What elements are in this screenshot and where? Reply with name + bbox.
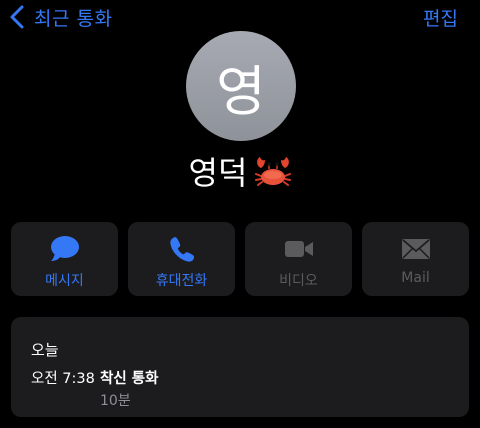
phone-icon — [169, 237, 194, 262]
phone-label: 휴대전화 — [155, 273, 208, 289]
video-icon — [284, 241, 313, 257]
message-label: 메시지 — [45, 273, 84, 289]
back-button[interactable]: 최근 통화 — [8, 2, 112, 32]
call-type: 착신 통화 — [100, 371, 159, 387]
video-button[interactable]: 비디오 — [245, 222, 352, 296]
mail-icon — [401, 239, 430, 259]
action-buttons: 메시지 휴대전화 비디오 Mail — [11, 222, 469, 296]
phone-button[interactable]: 휴대전화 — [128, 222, 235, 296]
avatar: 영 — [186, 31, 296, 141]
message-button[interactable]: 메시지 — [11, 222, 118, 296]
video-label: 비디오 — [279, 273, 318, 289]
chevron-left-icon — [10, 5, 24, 29]
contact-name-row: 영덕 — [0, 146, 480, 196]
contact-name: 영덕 — [188, 154, 248, 192]
message-icon — [50, 236, 79, 261]
mail-button[interactable]: Mail — [362, 222, 469, 296]
mail-label: Mail — [401, 270, 430, 286]
history-date: 오늘 — [31, 341, 59, 359]
crab-icon — [255, 157, 292, 186]
call-duration: 10분 — [100, 393, 131, 409]
edit-button[interactable]: 편집 — [423, 2, 458, 32]
call-history-card: 오늘 오전 7:38 착신 통화 10분 — [11, 317, 469, 417]
navigation-bar: 최근 통화 편집 — [0, 0, 480, 34]
back-label: 최근 통화 — [34, 7, 113, 30]
call-time: 오전 7:38 — [31, 371, 95, 387]
